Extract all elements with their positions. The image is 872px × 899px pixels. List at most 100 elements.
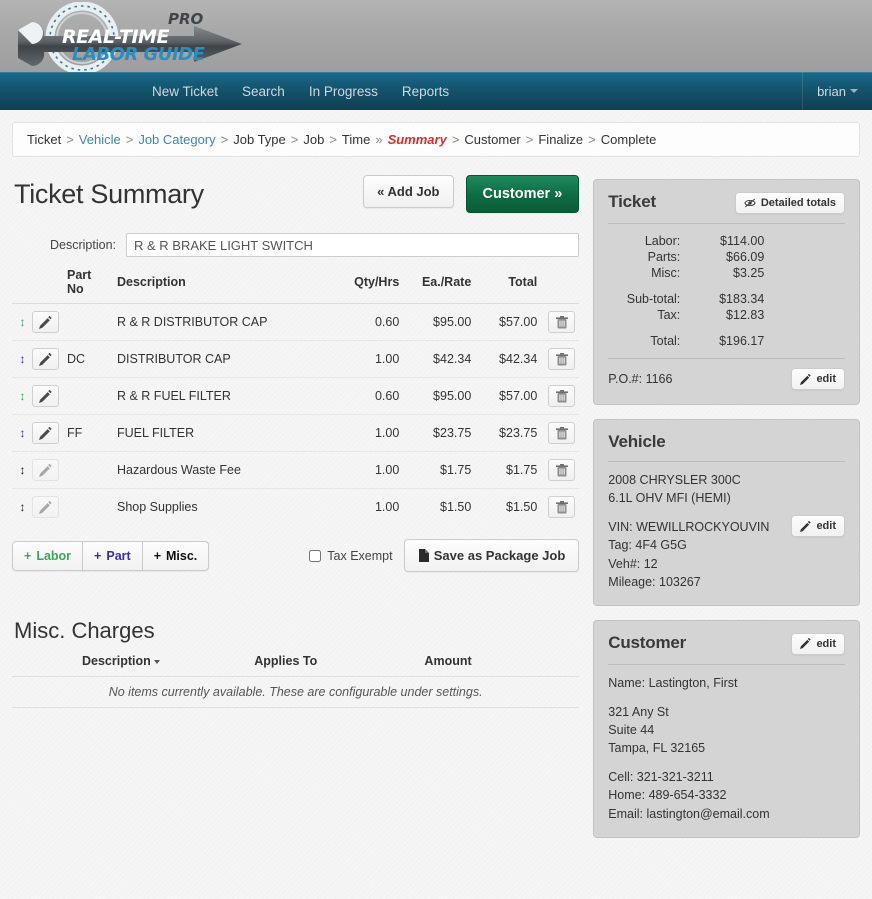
row-drag-handle[interactable]: ↕ — [12, 488, 28, 525]
description-row: Description: — [12, 233, 580, 257]
spacer — [608, 281, 764, 291]
po-row: P.O.#: 1166 edit — [608, 368, 845, 390]
updown-arrow-icon: ↕ — [19, 352, 26, 366]
misc-col-description[interactable]: Description — [12, 646, 250, 677]
row-delete-cell — [541, 340, 580, 378]
add-job-button[interactable]: « Add Job — [363, 175, 454, 208]
row-total: $42.34 — [475, 340, 542, 378]
vehicle-edit-button[interactable]: edit — [791, 515, 845, 537]
row-edit-cell — [28, 414, 63, 452]
add-labor-label: Labor — [36, 548, 72, 563]
pencil-icon — [39, 315, 52, 329]
breadcrumb-item-summary[interactable]: Summary — [388, 132, 447, 147]
breadcrumb-separator: > — [290, 132, 299, 147]
ticket-edit-button[interactable]: edit — [791, 368, 845, 390]
row-qty: 1.00 — [341, 340, 404, 378]
title-row: Ticket Summary « Add Job Customer » — [12, 157, 580, 213]
document-icon — [418, 549, 429, 562]
breadcrumb-item-ticket: Ticket — [27, 132, 62, 147]
add-part-button[interactable]: + Part — [82, 540, 143, 571]
divider — [608, 358, 845, 359]
col-edit — [28, 263, 63, 304]
logo[interactable]: REAL-TIME LABOR GUIDE PRO — [10, 2, 260, 72]
row-drag-handle[interactable]: ↕ — [12, 451, 28, 489]
add-misc-button[interactable]: + Misc. — [141, 540, 210, 571]
customer-next-button[interactable]: Customer » — [465, 175, 580, 213]
chevron-down-icon — [850, 89, 858, 93]
divider — [608, 461, 845, 462]
pencil-icon — [39, 500, 52, 514]
col-handle — [12, 263, 28, 304]
row-edit-cell — [28, 303, 63, 341]
trash-icon — [555, 463, 568, 476]
customer-panel-head: Customer edit — [608, 632, 845, 655]
description-input[interactable] — [126, 233, 580, 257]
table-row: ↕ R & R FUEL FILTER 0.60 $95.00 $57.00 — [12, 377, 580, 415]
save-package-job-button[interactable]: Save as Package Job — [403, 539, 580, 572]
tax-exempt-checkbox[interactable] — [309, 549, 322, 562]
add-labor-button[interactable]: + Labor — [12, 540, 84, 571]
row-delete-button[interactable] — [548, 348, 576, 370]
spacer — [608, 323, 764, 333]
breadcrumb-item-job-category[interactable]: Job Category — [138, 132, 215, 147]
tax-exempt-control[interactable]: Tax Exempt — [309, 549, 393, 563]
line-item-actions: + Labor + Part + Misc. Tax Exempt Save a… — [12, 539, 580, 572]
row-description: Hazardous Waste Fee — [113, 451, 342, 489]
user-menu[interactable]: brian — [802, 72, 858, 110]
pencil-icon — [39, 389, 52, 403]
row-drag-handle[interactable]: ↕ — [12, 340, 28, 378]
updown-arrow-icon: ↕ — [19, 389, 26, 403]
detailed-totals-button[interactable]: Detailed totals — [734, 192, 845, 214]
row-delete-button[interactable] — [548, 385, 576, 407]
row-total: $1.50 — [475, 488, 542, 525]
totals-value: $3.25 — [733, 266, 765, 280]
col-delete — [541, 263, 579, 304]
trash-icon — [555, 426, 568, 439]
row-drag-handle[interactable]: ↕ — [12, 414, 28, 452]
add-part-label: Part — [106, 548, 131, 563]
totals-row: Misc: $3.25 — [608, 265, 764, 281]
row-edit-button[interactable] — [32, 496, 59, 518]
vehicle-panel: Vehicle 2008 CHRYSLER 300C 6.1L OHV MFI … — [593, 419, 860, 606]
row-description: R & R FUEL FILTER — [113, 377, 342, 415]
row-delete-button[interactable] — [548, 496, 576, 518]
nav-item-reports[interactable]: Reports — [390, 74, 461, 109]
misc-charges-table: Description Applies To Amount No items c… — [12, 646, 580, 708]
ticket-panel: Ticket Detailed totals Labor: $114.00 Part… — [593, 179, 860, 405]
row-qty: 1.00 — [341, 414, 404, 452]
breadcrumb-item-vehicle[interactable]: Vehicle — [79, 132, 121, 147]
row-edit-cell — [28, 488, 63, 525]
row-delete-button[interactable] — [548, 422, 576, 444]
subtotal-row-value: $183.34 — [719, 292, 765, 306]
row-edit-button[interactable] — [32, 311, 59, 333]
row-qty: 0.60 — [341, 377, 404, 415]
breadcrumb-item-customer: Customer — [464, 132, 521, 147]
row-drag-handle[interactable]: ↕ — [12, 303, 28, 341]
vehicle-model: 2008 CHRYSLER 300C — [608, 473, 741, 487]
col-part-no: Part No — [67, 268, 92, 296]
updown-arrow-icon: ↕ — [19, 500, 26, 514]
row-edit-cell — [28, 340, 63, 378]
misc-charges-title: Misc. Charges — [14, 618, 155, 643]
page-title: Ticket Summary — [14, 179, 204, 209]
row-drag-handle[interactable]: ↕ — [12, 377, 28, 415]
customer-edit-button[interactable]: edit — [791, 632, 845, 655]
row-delete-cell — [541, 303, 580, 341]
row-edit-button[interactable] — [32, 459, 59, 481]
row-edit-button[interactable] — [32, 422, 59, 444]
nav-item-in-progress[interactable]: In Progress — [297, 74, 390, 109]
customer-address-1: 321 Any St — [608, 704, 669, 719]
customer-email: Email: lastington@email.com — [608, 806, 770, 821]
row-edit-button[interactable] — [32, 348, 59, 370]
ticket-edit-label: edit — [816, 373, 836, 385]
totals-row: Parts: $66.09 — [608, 249, 765, 265]
breadcrumb: Ticket > Vehicle > Job Category > Job Type > Job… — [12, 122, 860, 157]
row-delete-button[interactable] — [548, 311, 576, 333]
nav-item-search[interactable]: Search — [230, 74, 297, 109]
nav-item-new-ticket[interactable]: New Ticket — [140, 74, 230, 109]
col-description: Description — [117, 275, 186, 289]
vehicle-panel-title: Vehicle — [608, 432, 666, 451]
row-delete-button[interactable] — [548, 459, 576, 481]
row-edit-button[interactable] — [32, 385, 59, 407]
customer-address-2: Suite 44 — [608, 723, 655, 737]
